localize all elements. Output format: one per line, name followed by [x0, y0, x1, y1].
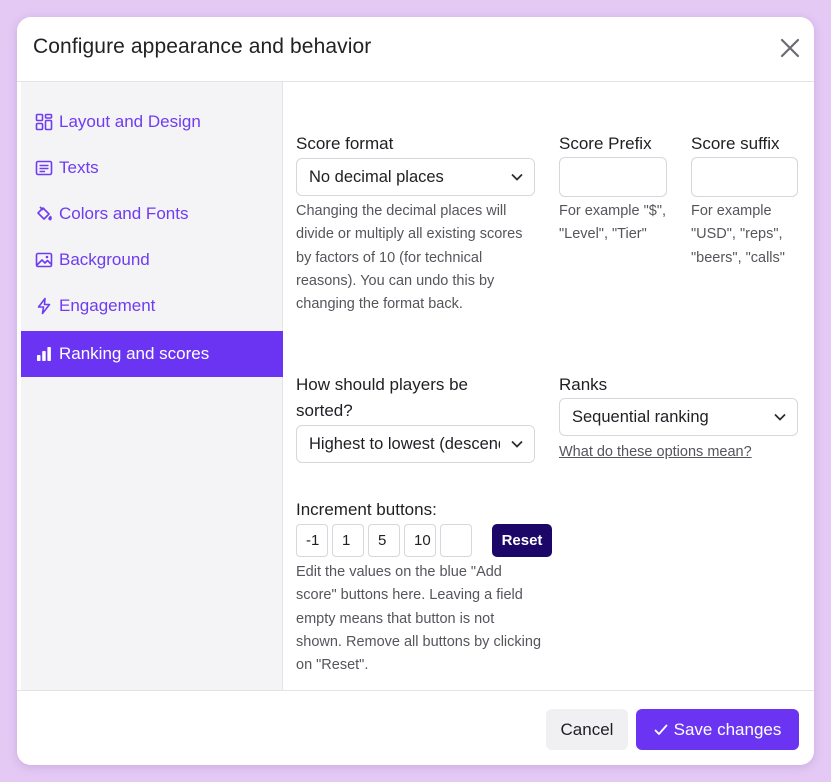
sorting-value: Highest to lowest (descending): [309, 434, 500, 453]
checkmark-icon: [654, 724, 668, 736]
close-icon: [780, 38, 800, 58]
ranks-select[interactable]: Sequential ranking: [559, 398, 798, 436]
layout-grid-icon: [35, 113, 53, 131]
save-changes-label: Save changes: [673, 719, 782, 739]
modal-header: Configure appearance and behavior: [17, 17, 814, 82]
reset-button[interactable]: Reset: [492, 524, 552, 557]
sorting-label: How should players be sorted?: [296, 375, 468, 420]
sidebar-item-label: Colors and Fonts: [59, 204, 189, 223]
save-changes-button[interactable]: Save changes: [636, 709, 799, 750]
cancel-button[interactable]: Cancel: [546, 709, 628, 750]
text-lines-icon: [35, 159, 53, 177]
increment-value-input[interactable]: -1: [296, 524, 328, 557]
configure-modal: Configure appearance and behavior Layout…: [17, 17, 814, 765]
score-suffix-input[interactable]: [691, 157, 798, 197]
score-suffix-help: For example "USD", "reps", "beers", "cal…: [691, 203, 785, 266]
sidebar-item-colors-and-fonts[interactable]: Colors and Fonts: [21, 191, 283, 237]
ranks-value: Sequential ranking: [572, 407, 709, 426]
bar-chart-icon: [35, 345, 53, 363]
ranking-settings-panel: Score format No decimal places Changing …: [283, 82, 814, 690]
chevron-down-icon: [500, 426, 534, 462]
sidebar-item-label: Layout and Design: [59, 112, 201, 131]
modal-footer: Cancel Save changes: [17, 690, 814, 765]
score-format-label: Score format: [296, 134, 394, 153]
sidebar-item-label: Ranking and scores: [59, 344, 210, 363]
sidebar-item-texts[interactable]: Texts: [21, 145, 283, 191]
sorting-select[interactable]: Highest to lowest (descending): [296, 425, 535, 463]
modal-title: Configure appearance and behavior: [33, 35, 372, 58]
score-prefix-input[interactable]: [559, 157, 667, 197]
sidebar-item-background[interactable]: Background: [21, 237, 283, 283]
sidebar-item-label: Background: [59, 250, 150, 269]
sidebar-item-ranking-and-scores[interactable]: Ranking and scores: [21, 331, 283, 377]
sidebar-item-label: Texts: [59, 158, 99, 177]
increment-buttons-label: Increment buttons:: [296, 500, 437, 519]
increment-value-input[interactable]: [440, 524, 472, 557]
increment-value-input[interactable]: 5: [368, 524, 400, 557]
increment-help: Edit the values on the blue "Add score" …: [296, 564, 542, 674]
paint-bucket-icon: [35, 205, 53, 223]
sidebar-item-layout-and-design[interactable]: Layout and Design: [21, 99, 283, 145]
increment-value-input[interactable]: 10: [404, 524, 436, 557]
increment-value-input[interactable]: 1: [332, 524, 364, 557]
ranks-options-link[interactable]: What do these options mean?: [559, 444, 752, 460]
sidebar-item-engagement[interactable]: Engagement: [21, 283, 283, 329]
score-format-value: No decimal places: [309, 167, 444, 186]
score-format-select[interactable]: No decimal places: [296, 158, 535, 196]
chevron-down-icon: [763, 399, 797, 435]
sidebar: Layout and Design Texts Colors and Fonts: [21, 82, 283, 690]
score-prefix-help: For example "$", "Level", "Tier": [559, 203, 667, 243]
close-button[interactable]: [778, 36, 802, 60]
score-suffix-label: Score suffix: [691, 134, 780, 153]
sidebar-item-label: Engagement: [59, 296, 156, 315]
score-format-help: Changing the decimal places will divide …: [296, 203, 523, 313]
ranks-label: Ranks: [559, 375, 608, 394]
score-prefix-label: Score Prefix: [559, 134, 652, 153]
chevron-down-icon: [500, 159, 534, 195]
lightning-icon: [35, 297, 53, 315]
image-icon: [35, 251, 53, 269]
